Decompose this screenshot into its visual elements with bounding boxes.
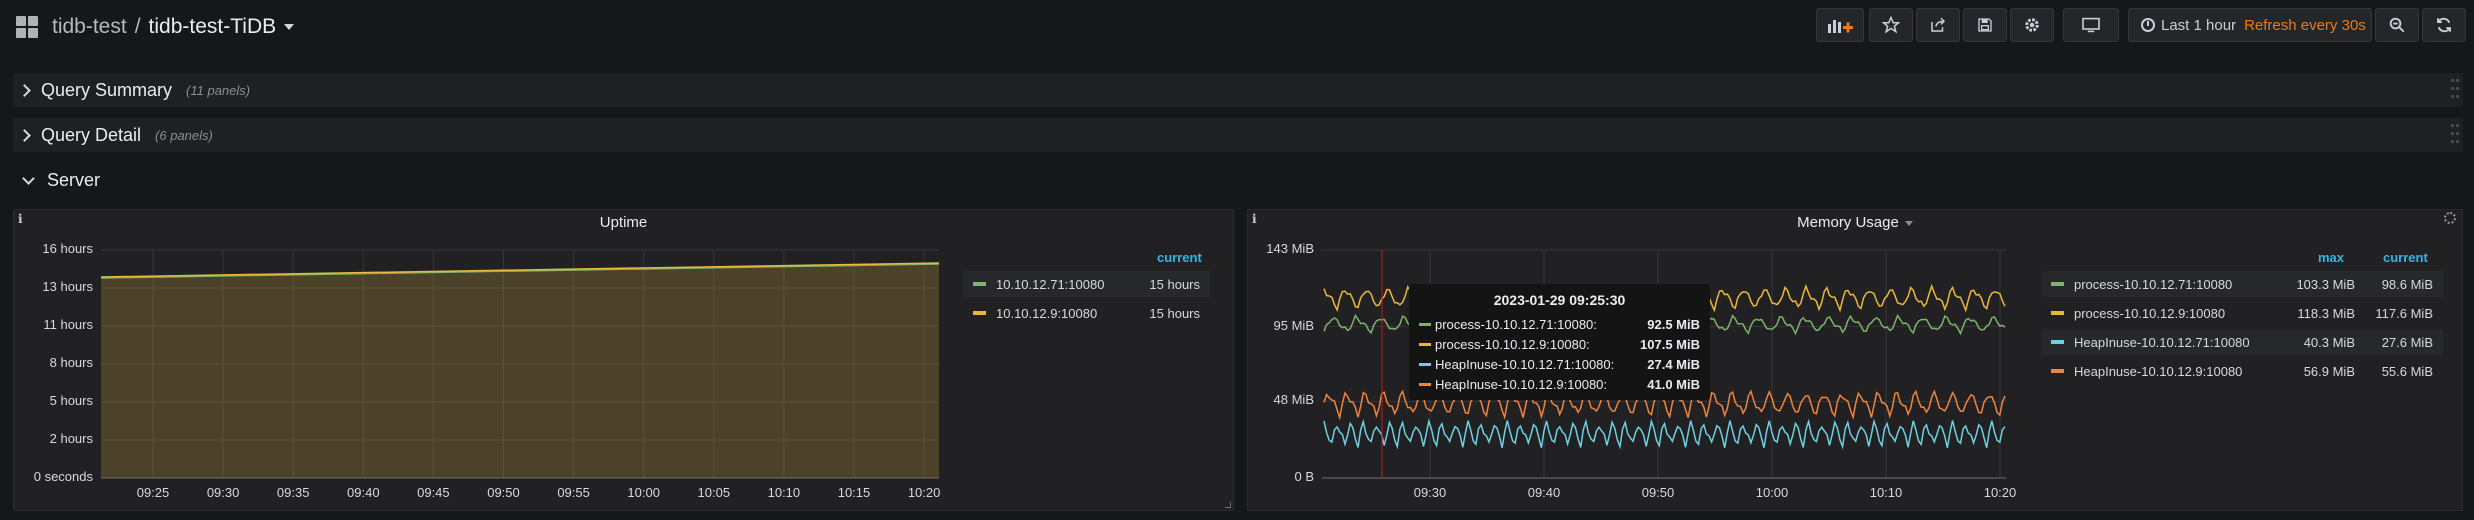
series-swatch	[1419, 342, 1431, 346]
tooltip-series-name: HeapInuse-10.10.12.71:10080:	[1435, 356, 1615, 372]
legend-max: 103.3 MiB	[2296, 276, 2355, 292]
legend-header-current[interactable]: current	[2383, 250, 2428, 265]
series-swatch	[1419, 382, 1431, 386]
x-axis-tick: 09:50	[1641, 485, 1675, 500]
legend-current: 98.6 MiB	[2381, 276, 2433, 292]
legend-item[interactable]: HeapInuse-10.10.12.9:10080 56.9 MiB 55.6 M…	[2041, 358, 2443, 384]
legend-series-name: HeapInuse-10.10.12.71:10080	[2074, 334, 2250, 350]
legend-max: 40.3 MiB	[2303, 334, 2355, 350]
legend-current: 117.6 MiB	[2375, 305, 2433, 321]
tooltip-value: 107.5 MiB	[1640, 336, 1700, 352]
series-swatch	[2051, 340, 2064, 344]
legend-max: 118.3 MiB	[2297, 305, 2355, 321]
legend-series-name: process-10.10.12.71:10080	[2074, 276, 2233, 292]
x-axis-tick: 10:00	[1755, 485, 1789, 500]
series-swatch	[1419, 322, 1431, 326]
y-axis-tick: 0 B	[1294, 469, 1314, 484]
tooltip-row: HeapInuse-10.10.12.71:10080: 27.4 MiB	[1419, 354, 1700, 374]
graph-tooltip: 2023-01-29 09:25:30 process-10.10.12.71:…	[1409, 284, 1710, 400]
y-axis-tick: 143 MiB	[1266, 241, 1314, 256]
tooltip-row: HeapInuse-10.10.12.9:10080: 41.0 MiB	[1419, 374, 1700, 394]
legend-current: 55.6 MiB	[2381, 363, 2433, 379]
x-axis-tick: 09:30	[1413, 485, 1447, 500]
tooltip-series-name: HeapInuse-10.10.12.9:10080:	[1435, 376, 1608, 392]
series-swatch	[1419, 362, 1431, 366]
tooltip-value: 27.4 MiB	[1647, 356, 1700, 372]
x-axis-tick: 10:20	[1983, 485, 2017, 500]
legend-max: 56.9 MiB	[2303, 363, 2355, 379]
tooltip-value: 41.0 MiB	[1647, 376, 1700, 392]
legend-series-name: HeapInuse-10.10.12.9:10080	[2074, 363, 2243, 379]
series-swatch	[2051, 311, 2064, 315]
legend-item[interactable]: process-10.10.12.9:10080 118.3 MiB 117.6 M…	[2041, 300, 2443, 326]
tooltip-series-name: process-10.10.12.71:10080:	[1435, 316, 1597, 332]
tooltip-row: process-10.10.12.9:10080: 107.5 MiB	[1419, 334, 1700, 354]
tooltip-series-name: process-10.10.12.9:10080:	[1435, 336, 1590, 352]
legend-item[interactable]: HeapInuse-10.10.12.71:10080 40.3 MiB 27.6 …	[2041, 329, 2443, 355]
memory-graph[interactable]	[0, 0, 2474, 520]
tooltip-value: 92.5 MiB	[1647, 316, 1700, 332]
series-swatch	[2051, 282, 2064, 286]
legend-item[interactable]: process-10.10.12.71:10080 103.3 MiB 98.6 M…	[2041, 271, 2443, 297]
tooltip-time: 2023-01-29 09:25:30	[1493, 292, 1626, 308]
y-axis-tick: 48 MiB	[1273, 392, 1314, 408]
legend-header-max[interactable]: max	[2318, 250, 2344, 265]
tooltip-row: process-10.10.12.71:10080: 92.5 MiB	[1419, 314, 1700, 334]
x-axis-tick: 09:40	[1527, 485, 1561, 500]
legend-series-name: process-10.10.12.9:10080	[2074, 305, 2226, 321]
series-line-heapinuse-10.10.12.71	[1323, 418, 2006, 450]
series-swatch	[2051, 369, 2064, 373]
legend-current: 27.6 MiB	[2381, 334, 2433, 350]
y-axis-tick: 95 MiB	[1273, 317, 1314, 333]
x-axis-tick: 10:10	[1869, 485, 1903, 500]
